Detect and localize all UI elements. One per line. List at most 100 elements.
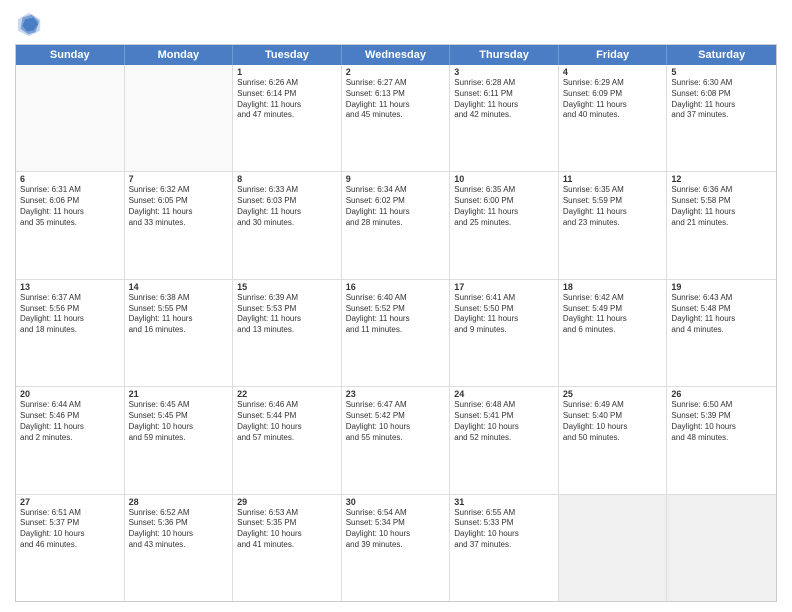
calendar-cell	[667, 495, 776, 601]
day-number: 5	[671, 67, 772, 77]
day-number: 26	[671, 389, 772, 399]
cell-info: Sunrise: 6:52 AM Sunset: 5:36 PM Dayligh…	[129, 508, 229, 551]
calendar-cell: 16Sunrise: 6:40 AM Sunset: 5:52 PM Dayli…	[342, 280, 451, 386]
day-number: 24	[454, 389, 554, 399]
logo	[15, 10, 47, 38]
calendar-cell	[16, 65, 125, 171]
day-number: 7	[129, 174, 229, 184]
weekday-header-thursday: Thursday	[450, 45, 559, 65]
calendar-row-0: 1Sunrise: 6:26 AM Sunset: 6:14 PM Daylig…	[16, 65, 776, 172]
calendar-cell: 23Sunrise: 6:47 AM Sunset: 5:42 PM Dayli…	[342, 387, 451, 493]
cell-info: Sunrise: 6:29 AM Sunset: 6:09 PM Dayligh…	[563, 78, 663, 121]
calendar-body: 1Sunrise: 6:26 AM Sunset: 6:14 PM Daylig…	[16, 65, 776, 601]
weekday-header-sunday: Sunday	[16, 45, 125, 65]
calendar-cell: 11Sunrise: 6:35 AM Sunset: 5:59 PM Dayli…	[559, 172, 668, 278]
day-number: 9	[346, 174, 446, 184]
day-number: 17	[454, 282, 554, 292]
calendar-cell: 18Sunrise: 6:42 AM Sunset: 5:49 PM Dayli…	[559, 280, 668, 386]
day-number: 20	[20, 389, 120, 399]
day-number: 30	[346, 497, 446, 507]
calendar-cell: 7Sunrise: 6:32 AM Sunset: 6:05 PM Daylig…	[125, 172, 234, 278]
calendar-cell: 27Sunrise: 6:51 AM Sunset: 5:37 PM Dayli…	[16, 495, 125, 601]
day-number: 12	[671, 174, 772, 184]
day-number: 15	[237, 282, 337, 292]
day-number: 28	[129, 497, 229, 507]
cell-info: Sunrise: 6:38 AM Sunset: 5:55 PM Dayligh…	[129, 293, 229, 336]
day-number: 11	[563, 174, 663, 184]
cell-info: Sunrise: 6:28 AM Sunset: 6:11 PM Dayligh…	[454, 78, 554, 121]
cell-info: Sunrise: 6:43 AM Sunset: 5:48 PM Dayligh…	[671, 293, 772, 336]
cell-info: Sunrise: 6:55 AM Sunset: 5:33 PM Dayligh…	[454, 508, 554, 551]
logo-icon	[15, 10, 43, 38]
weekday-header-friday: Friday	[559, 45, 668, 65]
calendar-cell: 15Sunrise: 6:39 AM Sunset: 5:53 PM Dayli…	[233, 280, 342, 386]
cell-info: Sunrise: 6:26 AM Sunset: 6:14 PM Dayligh…	[237, 78, 337, 121]
day-number: 31	[454, 497, 554, 507]
cell-info: Sunrise: 6:35 AM Sunset: 5:59 PM Dayligh…	[563, 185, 663, 228]
cell-info: Sunrise: 6:30 AM Sunset: 6:08 PM Dayligh…	[671, 78, 772, 121]
cell-info: Sunrise: 6:48 AM Sunset: 5:41 PM Dayligh…	[454, 400, 554, 443]
day-number: 23	[346, 389, 446, 399]
cell-info: Sunrise: 6:53 AM Sunset: 5:35 PM Dayligh…	[237, 508, 337, 551]
day-number: 22	[237, 389, 337, 399]
cell-info: Sunrise: 6:31 AM Sunset: 6:06 PM Dayligh…	[20, 185, 120, 228]
day-number: 14	[129, 282, 229, 292]
header	[15, 10, 777, 38]
calendar-cell: 6Sunrise: 6:31 AM Sunset: 6:06 PM Daylig…	[16, 172, 125, 278]
calendar-cell: 22Sunrise: 6:46 AM Sunset: 5:44 PM Dayli…	[233, 387, 342, 493]
calendar-row-1: 6Sunrise: 6:31 AM Sunset: 6:06 PM Daylig…	[16, 172, 776, 279]
day-number: 21	[129, 389, 229, 399]
cell-info: Sunrise: 6:32 AM Sunset: 6:05 PM Dayligh…	[129, 185, 229, 228]
calendar-cell: 5Sunrise: 6:30 AM Sunset: 6:08 PM Daylig…	[667, 65, 776, 171]
calendar-cell: 21Sunrise: 6:45 AM Sunset: 5:45 PM Dayli…	[125, 387, 234, 493]
calendar: SundayMondayTuesdayWednesdayThursdayFrid…	[15, 44, 777, 602]
cell-info: Sunrise: 6:39 AM Sunset: 5:53 PM Dayligh…	[237, 293, 337, 336]
cell-info: Sunrise: 6:47 AM Sunset: 5:42 PM Dayligh…	[346, 400, 446, 443]
calendar-cell: 31Sunrise: 6:55 AM Sunset: 5:33 PM Dayli…	[450, 495, 559, 601]
day-number: 13	[20, 282, 120, 292]
calendar-cell: 25Sunrise: 6:49 AM Sunset: 5:40 PM Dayli…	[559, 387, 668, 493]
calendar-cell: 10Sunrise: 6:35 AM Sunset: 6:00 PM Dayli…	[450, 172, 559, 278]
page: SundayMondayTuesdayWednesdayThursdayFrid…	[0, 0, 792, 612]
day-number: 29	[237, 497, 337, 507]
weekday-header-wednesday: Wednesday	[342, 45, 451, 65]
cell-info: Sunrise: 6:27 AM Sunset: 6:13 PM Dayligh…	[346, 78, 446, 121]
day-number: 1	[237, 67, 337, 77]
calendar-cell: 1Sunrise: 6:26 AM Sunset: 6:14 PM Daylig…	[233, 65, 342, 171]
cell-info: Sunrise: 6:51 AM Sunset: 5:37 PM Dayligh…	[20, 508, 120, 551]
weekday-header-tuesday: Tuesday	[233, 45, 342, 65]
calendar-cell: 29Sunrise: 6:53 AM Sunset: 5:35 PM Dayli…	[233, 495, 342, 601]
calendar-row-3: 20Sunrise: 6:44 AM Sunset: 5:46 PM Dayli…	[16, 387, 776, 494]
day-number: 19	[671, 282, 772, 292]
cell-info: Sunrise: 6:35 AM Sunset: 6:00 PM Dayligh…	[454, 185, 554, 228]
cell-info: Sunrise: 6:44 AM Sunset: 5:46 PM Dayligh…	[20, 400, 120, 443]
cell-info: Sunrise: 6:37 AM Sunset: 5:56 PM Dayligh…	[20, 293, 120, 336]
calendar-cell: 3Sunrise: 6:28 AM Sunset: 6:11 PM Daylig…	[450, 65, 559, 171]
day-number: 2	[346, 67, 446, 77]
cell-info: Sunrise: 6:40 AM Sunset: 5:52 PM Dayligh…	[346, 293, 446, 336]
cell-info: Sunrise: 6:49 AM Sunset: 5:40 PM Dayligh…	[563, 400, 663, 443]
day-number: 25	[563, 389, 663, 399]
calendar-cell: 12Sunrise: 6:36 AM Sunset: 5:58 PM Dayli…	[667, 172, 776, 278]
day-number: 8	[237, 174, 337, 184]
calendar-cell: 2Sunrise: 6:27 AM Sunset: 6:13 PM Daylig…	[342, 65, 451, 171]
weekday-header-saturday: Saturday	[667, 45, 776, 65]
calendar-row-2: 13Sunrise: 6:37 AM Sunset: 5:56 PM Dayli…	[16, 280, 776, 387]
calendar-cell: 30Sunrise: 6:54 AM Sunset: 5:34 PM Dayli…	[342, 495, 451, 601]
calendar-cell: 13Sunrise: 6:37 AM Sunset: 5:56 PM Dayli…	[16, 280, 125, 386]
calendar-cell	[125, 65, 234, 171]
day-number: 16	[346, 282, 446, 292]
calendar-cell: 4Sunrise: 6:29 AM Sunset: 6:09 PM Daylig…	[559, 65, 668, 171]
day-number: 10	[454, 174, 554, 184]
day-number: 4	[563, 67, 663, 77]
cell-info: Sunrise: 6:36 AM Sunset: 5:58 PM Dayligh…	[671, 185, 772, 228]
cell-info: Sunrise: 6:45 AM Sunset: 5:45 PM Dayligh…	[129, 400, 229, 443]
cell-info: Sunrise: 6:33 AM Sunset: 6:03 PM Dayligh…	[237, 185, 337, 228]
day-number: 27	[20, 497, 120, 507]
cell-info: Sunrise: 6:41 AM Sunset: 5:50 PM Dayligh…	[454, 293, 554, 336]
cell-info: Sunrise: 6:46 AM Sunset: 5:44 PM Dayligh…	[237, 400, 337, 443]
calendar-cell: 9Sunrise: 6:34 AM Sunset: 6:02 PM Daylig…	[342, 172, 451, 278]
calendar-cell	[559, 495, 668, 601]
cell-info: Sunrise: 6:54 AM Sunset: 5:34 PM Dayligh…	[346, 508, 446, 551]
calendar-cell: 20Sunrise: 6:44 AM Sunset: 5:46 PM Dayli…	[16, 387, 125, 493]
